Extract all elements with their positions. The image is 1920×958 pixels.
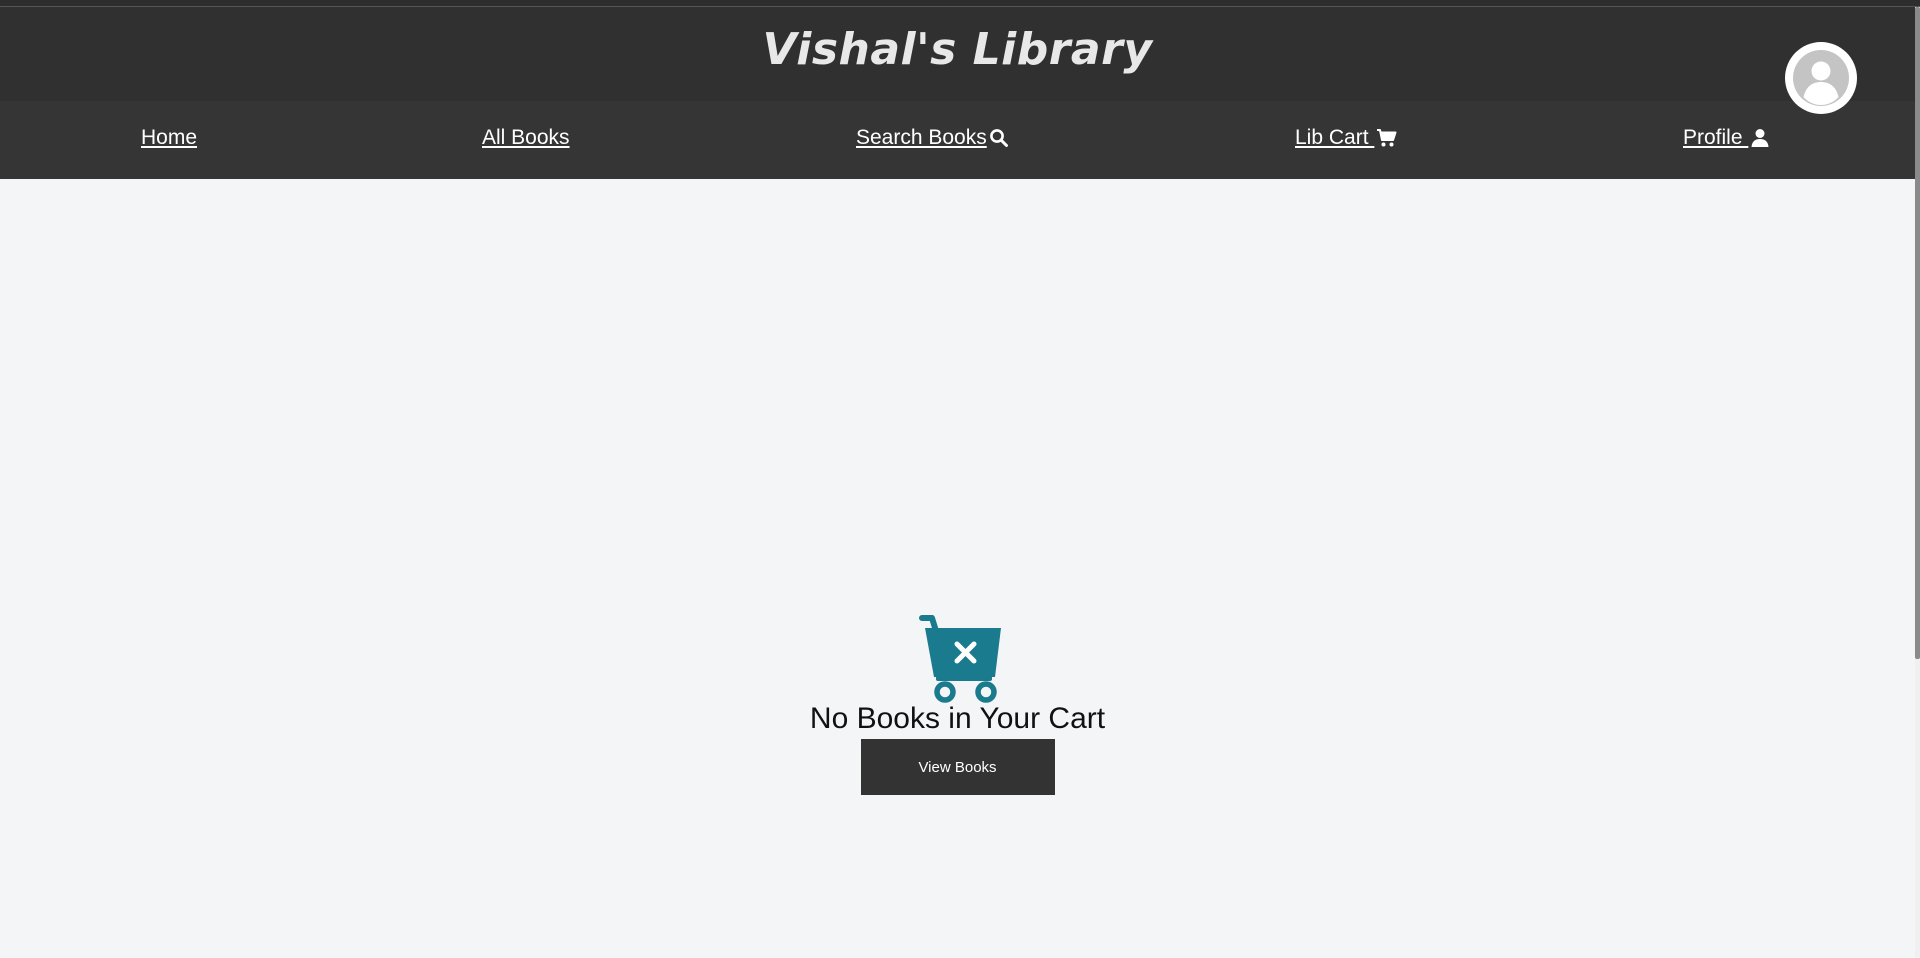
scrollbar-thumb[interactable] (1915, 7, 1920, 659)
view-books-button[interactable]: View Books (860, 739, 1055, 795)
nav-all-books-link[interactable]: All Books (482, 123, 570, 153)
site-header: Vishal's Library (0, 7, 1915, 101)
nav-home-label: Home (141, 126, 198, 149)
nav-lib-cart-label: Lib Cart (1295, 126, 1375, 149)
nav-lib-cart-link[interactable]: Lib Cart (1295, 123, 1397, 153)
nav-profile-link[interactable]: Profile (1683, 123, 1770, 153)
search-icon (989, 128, 1009, 148)
site-title: Vishal's Library (762, 24, 1153, 75)
empty-cart-message: No Books in Your Cart (809, 702, 1106, 735)
main-nav: Home All Books Search Books Lib Cart Pro… (0, 101, 1915, 179)
nav-search-books-label: Search Books (856, 126, 987, 149)
nav-profile-label: Profile (1683, 126, 1749, 149)
browser-top-strip (0, 0, 1920, 7)
nav-all-books-label: All Books (482, 126, 570, 149)
empty-cart-icon (910, 612, 1006, 704)
nav-search-books-link[interactable]: Search Books (856, 123, 1009, 153)
user-icon (1750, 128, 1770, 148)
user-avatar-icon[interactable] (1785, 42, 1857, 114)
empty-cart-section: No Books in Your Cart View Books (0, 612, 1915, 795)
nav-home-link[interactable]: Home (141, 123, 197, 153)
cart-icon (1376, 128, 1397, 148)
